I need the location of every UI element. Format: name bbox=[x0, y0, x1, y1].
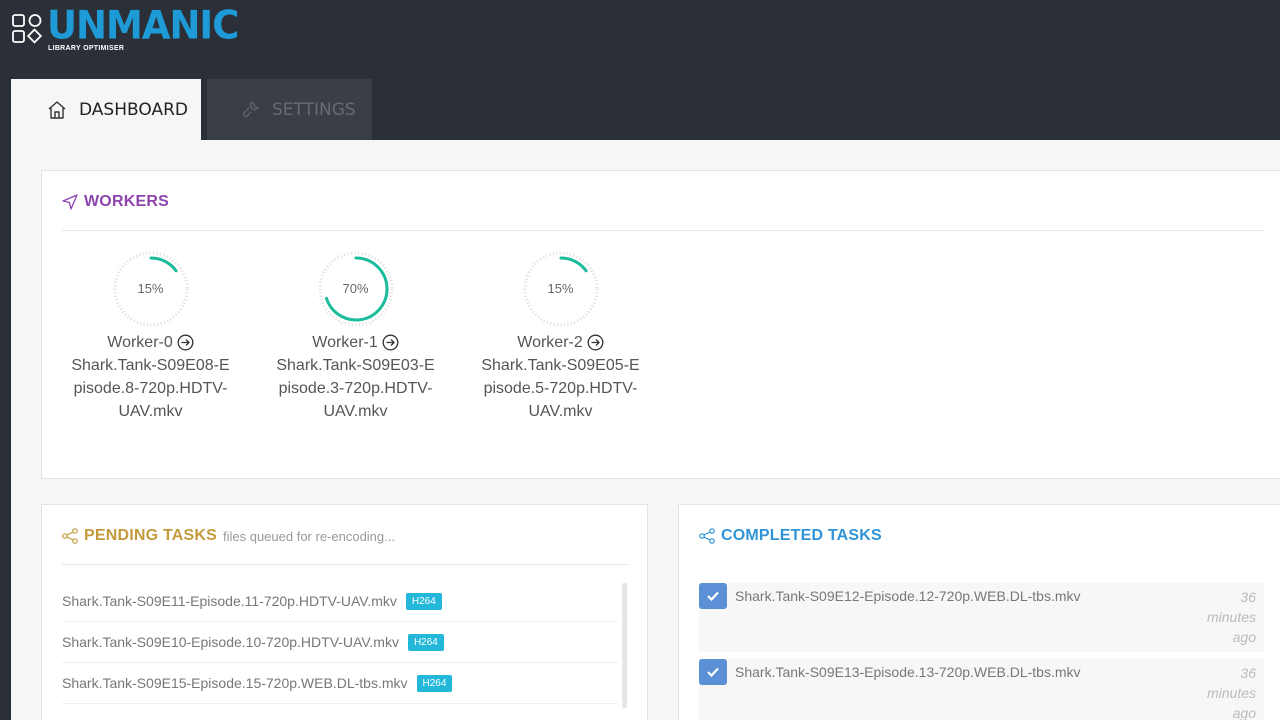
pending-task-list: Shark.Tank-S09E11-Episode.11-720p.HDTV-U… bbox=[62, 581, 618, 704]
worker-gauge: 15% bbox=[523, 251, 599, 327]
tab-settings[interactable]: SETTINGS bbox=[207, 79, 372, 140]
worker-gauge: 15% bbox=[113, 251, 189, 327]
worker-name-row: Worker-0 bbox=[63, 331, 238, 354]
pending-title: PENDING TASKS files queued for re-encodi… bbox=[62, 527, 395, 545]
task-file: Shark.Tank-S09E12-Episode.12-720p.WEB.DL… bbox=[735, 588, 1081, 604]
worker-card-1: 70% Worker-1 Shark.Tank-S09E03-Episode.3… bbox=[268, 251, 443, 423]
send-icon bbox=[62, 194, 78, 210]
pending-tasks-panel: PENDING TASKS files queued for re-encodi… bbox=[41, 504, 648, 720]
home-icon bbox=[48, 100, 66, 119]
task-file: Shark.Tank-S09E13-Episode.13-720p.WEB.DL… bbox=[735, 664, 1081, 680]
workers-title-text: WORKERS bbox=[84, 193, 169, 210]
worker-name-row: Worker-1 bbox=[268, 331, 443, 354]
pending-task-row[interactable]: Shark.Tank-S09E15-Episode.15-720p.WEB.DL… bbox=[62, 663, 618, 704]
completed-task-row[interactable]: Shark.Tank-S09E13-Episode.13-720p.WEB.DL… bbox=[699, 659, 1264, 720]
completed-title: COMPLETED TASKS bbox=[699, 527, 882, 545]
tab-dashboard-label: DASHBOARD bbox=[79, 99, 188, 120]
progress-label: 15% bbox=[547, 281, 574, 296]
progress-label: 15% bbox=[137, 281, 164, 296]
completed-tasks-panel: COMPLETED TASKS Shark.Tank-S09E12-Episod… bbox=[678, 504, 1280, 720]
wrench-icon bbox=[242, 100, 259, 118]
progress-label: 70% bbox=[342, 281, 369, 296]
worker-gauge: 70% bbox=[318, 251, 394, 327]
tab-settings-label: SETTINGS bbox=[272, 99, 356, 120]
checkbox-checked-icon[interactable] bbox=[699, 659, 727, 685]
worker-name: Worker-0 bbox=[107, 334, 173, 351]
task-timestamp: 36 minutes ago bbox=[1206, 665, 1256, 720]
top-bar: UNMANIC LIBRARY OPTIMISER DASHBOARD SETT… bbox=[0, 0, 1280, 140]
worker-card-2: 15% Worker-2 Shark.Tank-S09E05-Episode.5… bbox=[473, 251, 648, 423]
worker-file: Shark.Tank-S09E08-Episode.8-720p.HDTV-UA… bbox=[71, 357, 230, 420]
codec-badge: H264 bbox=[407, 633, 444, 651]
arrow-circle-right-icon[interactable] bbox=[382, 334, 399, 351]
worker-name: Worker-2 bbox=[517, 334, 583, 351]
worker-card-0: 15% Worker-0 Shark.Tank-S09E08-Episode.8… bbox=[63, 251, 238, 423]
share-icon bbox=[62, 528, 78, 544]
pending-title-text: PENDING TASKS bbox=[84, 527, 217, 544]
completed-task-list: Shark.Tank-S09E12-Episode.12-720p.WEB.DL… bbox=[699, 583, 1264, 720]
task-file: Shark.Tank-S09E15-Episode.15-720p.WEB.DL… bbox=[62, 675, 408, 691]
workers-panel: WORKERS 15% Worker-0 Shark.Tank-S09E08-E… bbox=[41, 170, 1280, 479]
pending-task-row[interactable]: Shark.Tank-S09E11-Episode.11-720p.HDTV-U… bbox=[62, 581, 618, 622]
share-icon bbox=[699, 528, 715, 544]
pending-divider bbox=[62, 564, 628, 565]
task-timestamp: 36 minutes ago bbox=[1206, 589, 1256, 645]
codec-badge: H264 bbox=[405, 592, 442, 610]
logo-icon bbox=[12, 14, 42, 44]
logo-text: UNMANIC bbox=[47, 2, 239, 49]
pending-subtitle: files queued for re-encoding... bbox=[222, 528, 395, 544]
codec-badge: H264 bbox=[416, 674, 453, 692]
worker-name: Worker-1 bbox=[312, 334, 378, 351]
worker-name-row: Worker-2 bbox=[473, 331, 648, 354]
tab-dashboard[interactable]: DASHBOARD bbox=[11, 79, 201, 140]
workers-divider bbox=[62, 230, 1264, 231]
pending-scrollbar[interactable] bbox=[622, 583, 627, 708]
dashboard-content: WORKERS 15% Worker-0 Shark.Tank-S09E08-E… bbox=[11, 140, 1280, 720]
worker-file: Shark.Tank-S09E05-Episode.5-720p.HDTV-UA… bbox=[481, 357, 640, 420]
workers-title: WORKERS bbox=[62, 193, 169, 211]
checkbox-checked-icon[interactable] bbox=[699, 583, 727, 609]
logo-subtitle: LIBRARY OPTIMISER bbox=[48, 45, 125, 52]
worker-file: Shark.Tank-S09E03-Episode.3-720p.HDTV-UA… bbox=[276, 357, 435, 420]
pending-task-row[interactable]: Shark.Tank-S09E10-Episode.10-720p.HDTV-U… bbox=[62, 622, 618, 663]
task-file: Shark.Tank-S09E11-Episode.11-720p.HDTV-U… bbox=[62, 593, 397, 609]
completed-title-text: COMPLETED TASKS bbox=[721, 527, 882, 544]
arrow-circle-right-icon[interactable] bbox=[177, 334, 194, 351]
task-file: Shark.Tank-S09E10-Episode.10-720p.HDTV-U… bbox=[62, 634, 399, 650]
arrow-circle-right-icon[interactable] bbox=[587, 334, 604, 351]
completed-task-row[interactable]: Shark.Tank-S09E12-Episode.12-720p.WEB.DL… bbox=[699, 583, 1264, 652]
